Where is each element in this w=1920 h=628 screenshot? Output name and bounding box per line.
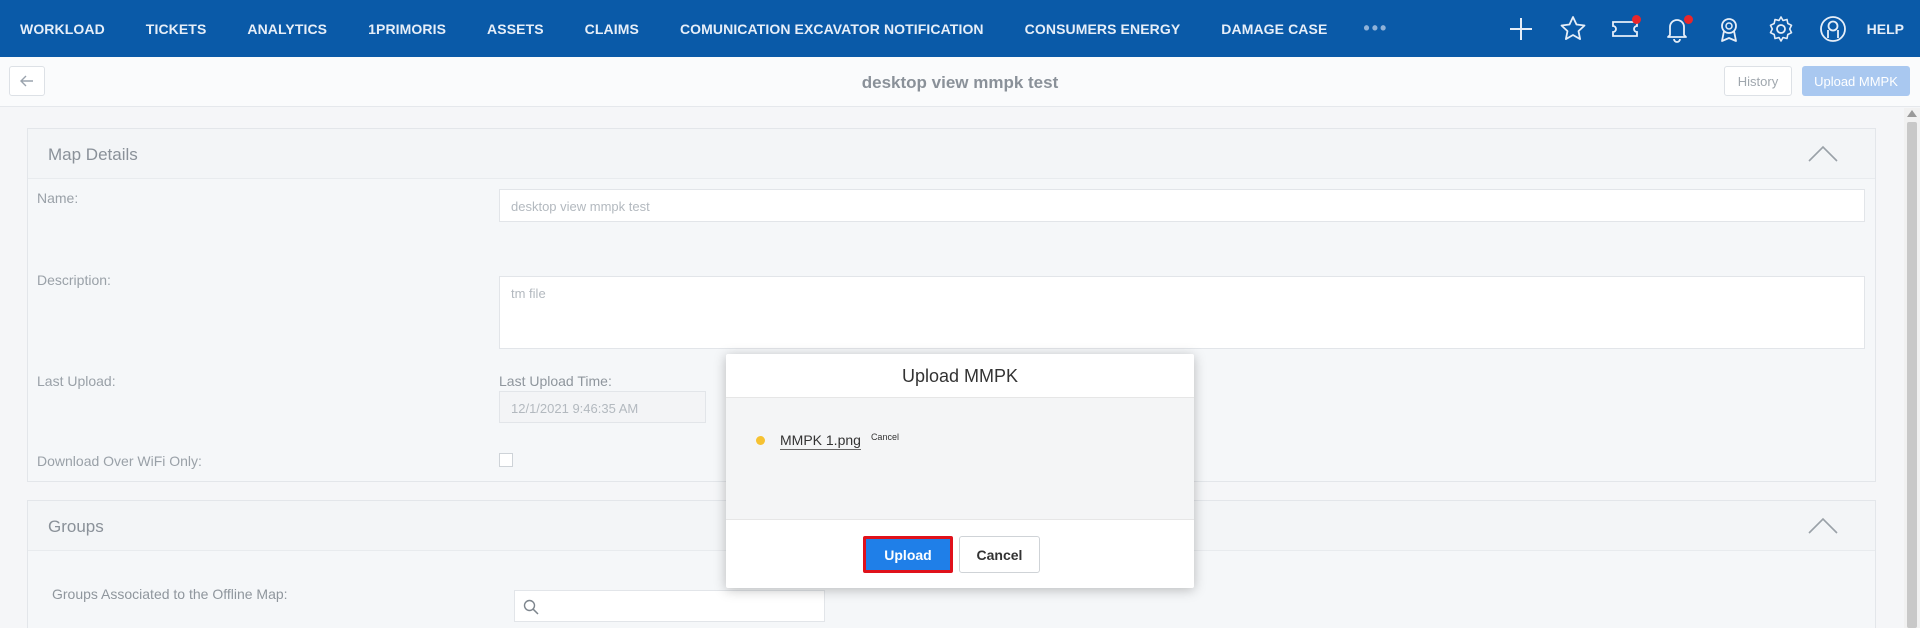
file-name: MMPK 1.png <box>780 432 861 450</box>
last-upload-label: Last Upload: <box>37 373 116 389</box>
cancel-button[interactable]: Cancel <box>959 536 1040 573</box>
name-label: Name: <box>37 190 79 206</box>
file-status-dot <box>756 436 765 445</box>
nav-menu: WORKLOAD TICKETS ANALYTICS 1PRIMORIS ASS… <box>0 0 1388 57</box>
scroll-up-arrow[interactable] <box>1907 110 1917 117</box>
nav-item-1primoris[interactable]: 1PRIMORIS <box>368 21 446 37</box>
bell-icon[interactable] <box>1657 9 1697 49</box>
award-icon[interactable] <box>1709 9 1749 49</box>
nav-item-analytics[interactable]: ANALYTICS <box>247 21 327 37</box>
nav-item-assets[interactable]: ASSETS <box>487 21 544 37</box>
upload-mmpk-dialog: Upload MMPK MMPK 1.png Cancel Upload Can… <box>726 354 1194 588</box>
page-header: desktop view mmpk test History Upload MM… <box>0 57 1920 107</box>
nav-item-claims[interactable]: CLAIMS <box>585 21 639 37</box>
plus-icon[interactable] <box>1501 9 1541 49</box>
dialog-body: MMPK 1.png Cancel <box>726 398 1194 520</box>
nav-item-tickets[interactable]: TICKETS <box>146 21 207 37</box>
top-nav: WORKLOAD TICKETS ANALYTICS 1PRIMORIS ASS… <box>0 0 1920 57</box>
chevron-up-icon[interactable] <box>1807 515 1839 537</box>
nav-item-damage-case[interactable]: DAMAGE CASE <box>1221 21 1327 37</box>
nav-more-button[interactable]: ••• <box>1363 18 1388 39</box>
file-item: MMPK 1.png Cancel <box>756 432 899 450</box>
wifi-label: Download Over WiFi Only: <box>37 453 202 469</box>
nav-item-consumers-energy[interactable]: CONSUMERS ENERGY <box>1025 21 1181 37</box>
ticket-notification-dot <box>1631 14 1641 24</box>
page-scrollbar[interactable] <box>1904 108 1920 628</box>
upload-mmpk-button[interactable]: Upload MMPK <box>1802 66 1910 96</box>
wifi-only-checkbox[interactable] <box>499 453 513 467</box>
description-label: Description: <box>37 272 111 288</box>
last-upload-time-label: Last Upload Time: <box>499 373 612 389</box>
name-input[interactable]: desktop view mmpk test <box>499 189 1865 222</box>
dialog-title: Upload MMPK <box>726 354 1194 398</box>
history-button[interactable]: History <box>1724 66 1792 96</box>
scroll-thumb[interactable] <box>1907 122 1917 628</box>
gear-icon[interactable] <box>1761 9 1801 49</box>
upload-button[interactable]: Upload <box>863 536 953 573</box>
groups-title: Groups <box>48 517 104 536</box>
bell-notification-dot <box>1683 14 1693 24</box>
search-icon <box>523 599 539 615</box>
ticket-icon[interactable] <box>1605 9 1645 49</box>
star-icon[interactable] <box>1553 9 1593 49</box>
map-details-title: Map Details <box>48 145 138 164</box>
description-textarea[interactable]: tm file <box>499 276 1865 349</box>
nav-item-comunication[interactable]: COMUNICATION EXCAVATOR NOTIFICATION <box>680 21 984 37</box>
chevron-up-icon[interactable] <box>1807 143 1839 165</box>
groups-associated-label: Groups Associated to the Offline Map: <box>52 586 288 602</box>
map-details-header: Map Details <box>28 129 1875 179</box>
page-title: desktop view mmpk test <box>861 73 1059 92</box>
nav-item-workload[interactable]: WORKLOAD <box>20 21 105 37</box>
nav-icons: HELP <box>1489 0 1920 57</box>
help-link[interactable]: HELP <box>1867 21 1904 37</box>
last-upload-time-field: 12/1/2021 9:46:35 AM <box>499 391 706 423</box>
file-cancel-link[interactable]: Cancel <box>871 432 899 442</box>
user-icon[interactable] <box>1813 9 1853 49</box>
groups-search-input[interactable] <box>514 590 825 622</box>
